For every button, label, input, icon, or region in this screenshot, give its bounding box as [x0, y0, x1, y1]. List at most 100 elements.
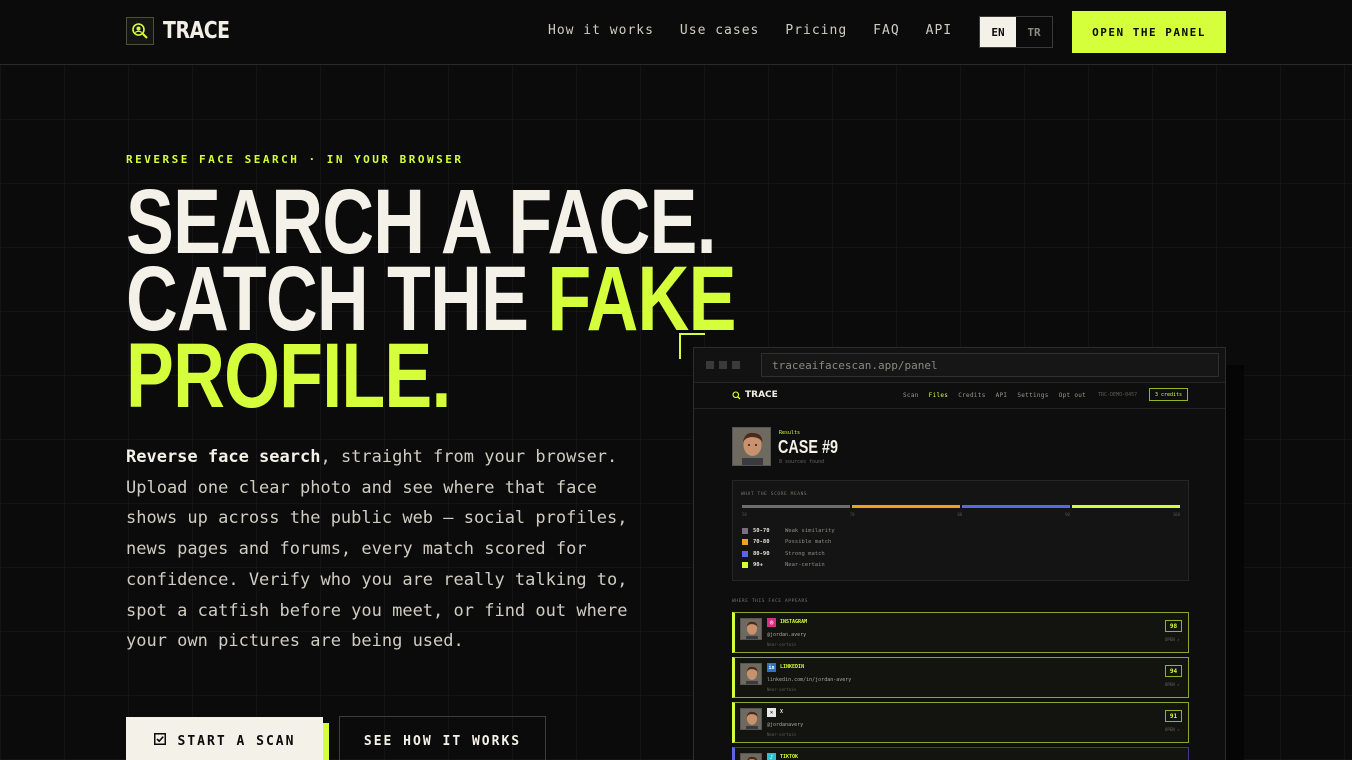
legend-swatch [742, 551, 748, 557]
score-bar-segment [742, 505, 850, 508]
browser-mockup: traceaifacescan.app/panel TRACE Scan Fil… [693, 347, 1226, 760]
lang-tr-button[interactable]: TR [1016, 17, 1052, 47]
lede-bold: Reverse face search [126, 447, 321, 467]
panel-link-opt-out: Opt out [1058, 392, 1087, 399]
legend-range: 70-80 [753, 539, 770, 545]
match-photo [740, 753, 762, 760]
match-handle: @jordan.avery [767, 632, 807, 638]
match-platform: X [780, 709, 784, 715]
match-score: 91 [1165, 710, 1182, 722]
match-row: ◎ INSTAGRAM @jordan.avery Near-certain 9… [732, 612, 1189, 653]
legend-swatch [742, 528, 748, 534]
lang-en-button[interactable]: EN [980, 17, 1016, 47]
start-scan-button[interactable]: START A SCAN [126, 717, 323, 760]
legend-range: 50-70 [753, 528, 770, 534]
panel-user-id: TRC-DEMO-0457 [1098, 392, 1138, 398]
instagram-icon: ◎ [767, 618, 776, 627]
match-open-link: OPEN ↗ [1165, 637, 1180, 642]
match-photo [740, 708, 762, 730]
legend-row: 80-90 Strong match [742, 551, 825, 557]
nav-link-api[interactable]: API [926, 23, 952, 38]
magnifier-face-icon [126, 17, 154, 45]
case-photo [732, 427, 771, 466]
hero-headline: SEARCH A FACE. CATCH THE FAKE PROFILE. [126, 176, 736, 422]
legend-desc: Near-certain [785, 562, 825, 568]
panel-link-credits: Credits [958, 392, 986, 399]
match-platform: TIKTOK [780, 754, 799, 760]
match-platform: LINKEDIN [780, 664, 805, 670]
score-ticks: 50 70 80 90 100 [742, 512, 1180, 517]
panel-link-scan: Scan [903, 392, 919, 399]
open-panel-button[interactable]: OPEN THE PANEL [1072, 11, 1226, 53]
nav-link-faq[interactable]: FAQ [873, 23, 899, 38]
brand-name: TRACE [163, 18, 230, 44]
brand-logo[interactable]: TRACE [126, 17, 244, 45]
language-switcher: EN TR [979, 16, 1053, 48]
panel-link-api: API [995, 392, 1008, 399]
legend-row: 90+ Near-certain [742, 562, 825, 568]
score-bar-segment [962, 505, 1070, 508]
match-photo [740, 618, 762, 640]
match-row: ✕ X @jordanavery Near-certain 91 OPEN ↗ [732, 702, 1189, 743]
score-bar [742, 505, 1180, 508]
start-scan-label: START A SCAN [177, 733, 296, 749]
window-dot [706, 361, 714, 369]
match-handle: @jordanavery [767, 722, 804, 728]
panel-link-settings: Settings [1017, 392, 1049, 399]
match-open-link: OPEN ↗ [1165, 727, 1180, 732]
score-title: WHAT THE SCORE MEANS [741, 492, 808, 497]
hero-eyebrow: REVERSE FACE SEARCH · IN YOUR BROWSER [126, 153, 464, 166]
panel-credits-badge: 3 credits [1149, 388, 1188, 401]
score-tick: 70 [849, 512, 855, 517]
legend-range: 90+ [753, 562, 763, 568]
window-dot [719, 361, 727, 369]
score-tick: 100 [1172, 512, 1180, 517]
linkedin-icon: in [767, 663, 776, 672]
score-tick: 50 [742, 512, 747, 517]
panel-link-files: Files [928, 392, 949, 399]
magnifier-icon [732, 390, 741, 399]
nav-link-use-cases[interactable]: Use cases [680, 23, 759, 38]
nav-link-how-it-works[interactable]: How it works [548, 23, 654, 38]
panel-brand: TRACE [745, 390, 778, 400]
score-bar-segment [1072, 505, 1180, 508]
score-tick: 80 [957, 512, 963, 517]
case-sources: 8 sources found [779, 459, 825, 465]
match-row: in LINKEDIN linkedin.com/in/jordan-avery… [732, 657, 1189, 698]
where-title: WHERE THIS FACE APPEARS [732, 599, 809, 604]
legend-row: 70-80 Possible match [742, 539, 831, 545]
lede-text: , straight from your browser. Upload one… [126, 447, 628, 652]
case-label: Results [779, 430, 801, 436]
nav-links: How it works Use cases Pricing FAQ API [548, 23, 952, 38]
top-nav: TRACE How it works Use cases Pricing FAQ… [0, 0, 1352, 65]
panel-nav: TRACE Scan Files Credits API Settings Op… [694, 383, 1225, 409]
browser-titlebar: traceaifacescan.app/panel [694, 348, 1225, 383]
match-platform: INSTAGRAM [780, 619, 808, 625]
see-how-it-works-button[interactable]: SEE HOW IT WORKS [339, 716, 546, 760]
match-score: 94 [1165, 665, 1182, 677]
match-photo [740, 663, 762, 685]
panel-logo: TRACE [732, 390, 778, 400]
checkbox-icon [153, 733, 166, 749]
x-icon: ✕ [767, 708, 776, 717]
nav-link-pricing[interactable]: Pricing [785, 23, 847, 38]
match-row: ♪ TIKTOK [732, 747, 1189, 760]
legend-desc: Possible match [785, 539, 832, 545]
score-bar-segment [852, 505, 960, 508]
case-title: CASE #9 [778, 437, 839, 457]
legend-swatch [742, 539, 748, 545]
match-score: 98 [1165, 620, 1182, 632]
legend-desc: Weak similarity [785, 528, 835, 534]
legend-range: 80-90 [753, 551, 770, 557]
tiktok-icon: ♪ [767, 753, 776, 760]
hero-lede: Reverse face search, straight from your … [126, 442, 636, 657]
score-legend-card: WHAT THE SCORE MEANS 50 70 80 90 100 50-… [732, 480, 1189, 581]
legend-row: 50-70 Weak similarity [742, 528, 835, 534]
match-label: Near-certain [767, 642, 796, 647]
match-label: Near-certain [767, 732, 796, 737]
legend-swatch [742, 562, 748, 568]
match-open-link: OPEN ↗ [1165, 682, 1180, 687]
match-handle: linkedin.com/in/jordan-avery [767, 677, 852, 683]
legend-desc: Strong match [785, 551, 825, 557]
panel-app: TRACE Scan Files Credits API Settings Op… [694, 383, 1225, 760]
